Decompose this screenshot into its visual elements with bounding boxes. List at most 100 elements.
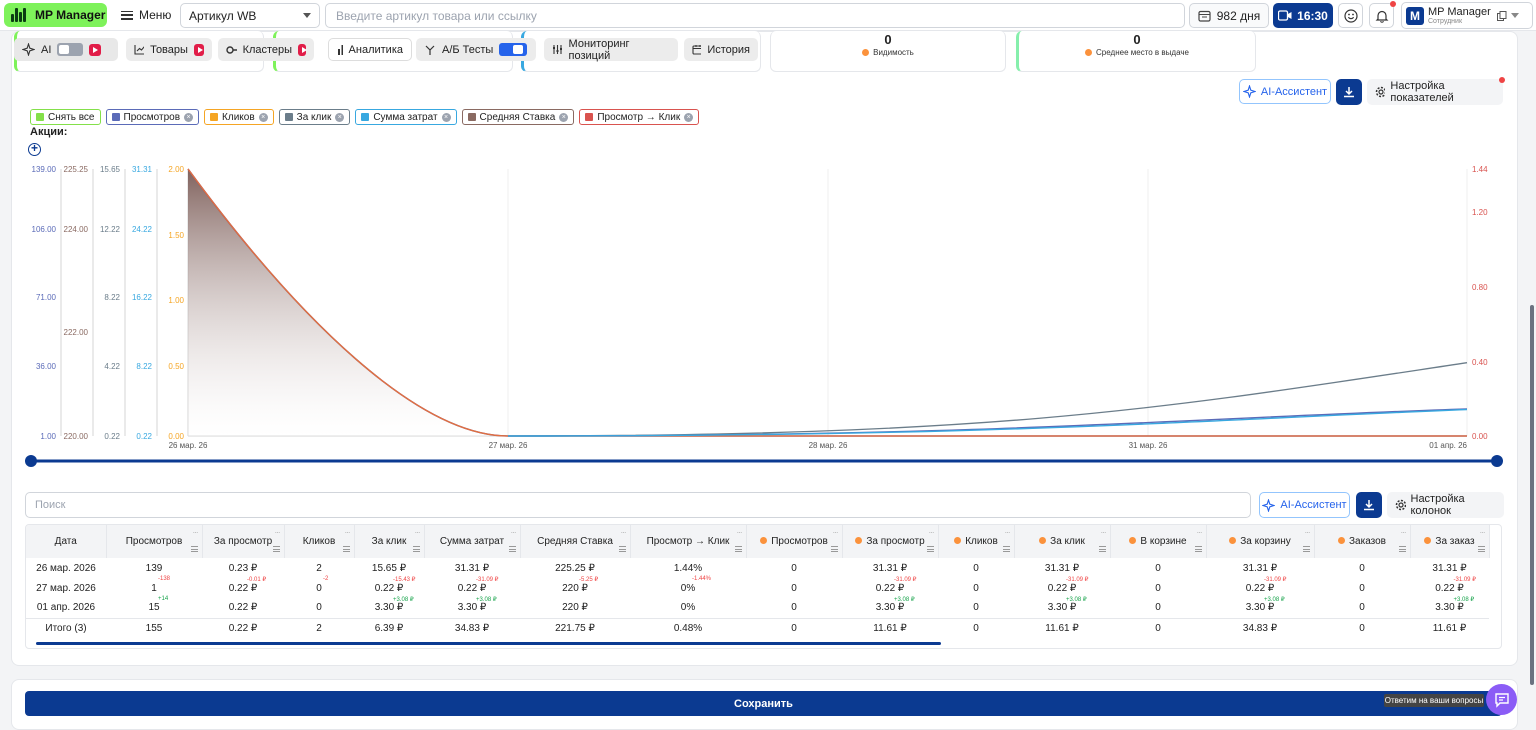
save-button[interactable]: Сохранить bbox=[25, 691, 1502, 716]
column-menu-icon[interactable]: ··· bbox=[1305, 528, 1311, 537]
column-menu-icon[interactable]: ··· bbox=[929, 528, 935, 537]
column-header[interactable]: Заказов ··· bbox=[1314, 525, 1411, 558]
column-menu-icon[interactable]: ··· bbox=[1005, 528, 1011, 537]
tab-ab-tests[interactable]: А/Б Тесты bbox=[416, 38, 536, 61]
column-header[interactable]: За корзину ··· bbox=[1206, 525, 1315, 558]
column-filter-icon[interactable] bbox=[830, 546, 838, 552]
column-menu-icon[interactable]: ··· bbox=[621, 528, 627, 537]
metric-chip[interactable]: За клик × bbox=[278, 109, 351, 125]
table-search-input[interactable]: Поиск bbox=[25, 492, 1251, 518]
video-tutorial-icon[interactable] bbox=[89, 43, 102, 56]
column-header[interactable]: Средняя Ставка ··· bbox=[520, 525, 631, 558]
table-ai-assistant-button[interactable]: AI-Ассистент bbox=[1259, 492, 1350, 518]
column-header[interactable]: За заказ ··· bbox=[1410, 525, 1490, 558]
metric-chip[interactable]: Сумма затрат × bbox=[355, 109, 457, 125]
column-header[interactable]: Дата bbox=[26, 525, 107, 558]
column-menu-icon[interactable]: ··· bbox=[833, 528, 839, 537]
table-cell: 0 bbox=[1314, 578, 1410, 598]
column-filter-icon[interactable] bbox=[1477, 546, 1485, 552]
column-filter-icon[interactable] bbox=[272, 546, 280, 552]
column-header[interactable]: За просмотр ··· bbox=[842, 525, 939, 558]
download-chart-button[interactable] bbox=[1336, 79, 1362, 105]
column-menu-icon[interactable]: ··· bbox=[1401, 528, 1407, 537]
tab-position-monitoring[interactable]: Мониторинг позиций bbox=[544, 38, 678, 62]
metric-chip[interactable]: Кликов × bbox=[204, 109, 274, 125]
cell-delta: -1.44% bbox=[692, 576, 712, 582]
columns-settings-button[interactable]: Настройка колонок bbox=[1387, 492, 1504, 518]
time-button[interactable]: 16:30 bbox=[1273, 3, 1333, 28]
column-header[interactable]: Кликов ··· bbox=[938, 525, 1015, 558]
remove-metric-icon[interactable]: × bbox=[684, 112, 694, 122]
remove-metric-icon[interactable]: × bbox=[559, 112, 569, 122]
column-header[interactable]: Просмотр → Клик ··· bbox=[630, 525, 747, 558]
column-header[interactable]: За просмотр ··· bbox=[202, 525, 285, 558]
menu-button[interactable]: Меню bbox=[115, 3, 175, 27]
ab-tests-toggle[interactable] bbox=[499, 43, 528, 56]
remove-metric-icon[interactable]: × bbox=[184, 112, 194, 122]
column-filter-icon[interactable] bbox=[734, 546, 742, 552]
column-filter-icon[interactable] bbox=[1398, 546, 1406, 552]
column-menu-icon[interactable]: ··· bbox=[1480, 528, 1486, 537]
column-filter-icon[interactable] bbox=[1302, 546, 1310, 552]
emoji-button[interactable] bbox=[1338, 3, 1363, 28]
column-filter-icon[interactable] bbox=[508, 546, 516, 552]
video-tutorial-icon[interactable] bbox=[298, 43, 307, 56]
date-range-handle-start[interactable] bbox=[25, 455, 37, 467]
column-header[interactable]: Кликов ··· bbox=[284, 525, 355, 558]
page-vertical-scrollbar[interactable] bbox=[1530, 305, 1534, 685]
column-menu-icon[interactable]: ··· bbox=[275, 528, 281, 537]
tab-products[interactable]: Товары bbox=[126, 38, 212, 61]
column-header[interactable]: За клик ··· bbox=[1014, 525, 1111, 558]
article-type-select[interactable]: Артикул WB bbox=[180, 3, 320, 28]
app-logo[interactable]: MP Manager bbox=[4, 3, 107, 27]
ai-toggle[interactable] bbox=[57, 43, 84, 56]
remove-metric-icon[interactable]: × bbox=[335, 112, 345, 122]
column-header[interactable]: За клик ··· bbox=[354, 525, 425, 558]
article-search-input[interactable]: Введите артикул товара или ссылку bbox=[325, 3, 1185, 28]
split-icon bbox=[425, 45, 435, 55]
metric-chip[interactable]: Просмотр → Клик × bbox=[579, 109, 700, 125]
chat-support-button[interactable] bbox=[1486, 684, 1517, 715]
remove-metric-icon[interactable]: × bbox=[441, 112, 451, 122]
download-table-button[interactable] bbox=[1356, 492, 1382, 518]
column-header[interactable]: Просмотров ··· bbox=[746, 525, 843, 558]
column-filter-icon[interactable] bbox=[618, 546, 626, 552]
tab-ai[interactable]: AI bbox=[14, 38, 118, 61]
cell-value: 0 bbox=[973, 562, 979, 574]
analytics-table-grid: Дата Просмотров ··· За просмотр ··· Кликов ···… bbox=[26, 525, 1490, 639]
metric-chip[interactable]: Снять все bbox=[30, 109, 101, 125]
column-filter-icon[interactable] bbox=[190, 546, 198, 552]
metric-chip[interactable]: Средняя Ставка × bbox=[461, 109, 575, 125]
video-tutorial-icon[interactable] bbox=[193, 43, 204, 56]
column-filter-icon[interactable] bbox=[926, 546, 934, 552]
remove-metric-icon[interactable]: × bbox=[258, 112, 268, 122]
column-menu-icon[interactable]: ··· bbox=[415, 528, 421, 537]
notifications-button[interactable] bbox=[1369, 3, 1394, 28]
column-menu-icon[interactable]: ··· bbox=[345, 528, 351, 537]
column-header[interactable]: В корзине ··· bbox=[1110, 525, 1207, 558]
date-range-handle-end[interactable] bbox=[1491, 455, 1503, 467]
ai-assistant-button[interactable]: AI-Ассистент bbox=[1239, 79, 1331, 104]
account-switcher[interactable]: M MP Manager Сотрудник bbox=[1401, 2, 1533, 29]
subscription-days-button[interactable]: 982 дня bbox=[1189, 3, 1269, 28]
column-menu-icon[interactable]: ··· bbox=[1101, 528, 1107, 537]
column-menu-icon[interactable]: ··· bbox=[737, 528, 743, 537]
tab-history[interactable]: История bbox=[684, 38, 758, 61]
column-header[interactable]: Сумма затрат ··· bbox=[424, 525, 521, 558]
add-promotion-icon[interactable]: + bbox=[28, 142, 41, 156]
column-header[interactable]: Просмотров ··· bbox=[106, 525, 203, 558]
tab-analytics[interactable]: Аналитика bbox=[328, 38, 412, 61]
table-horizontal-scrollbar[interactable] bbox=[36, 642, 941, 645]
column-filter-icon[interactable] bbox=[1098, 546, 1106, 552]
column-menu-icon[interactable]: ··· bbox=[1197, 528, 1203, 537]
y-tick-label: 31.31 bbox=[132, 165, 153, 174]
column-filter-icon[interactable] bbox=[1194, 546, 1202, 552]
column-menu-icon[interactable]: ··· bbox=[511, 528, 517, 537]
metrics-settings-button[interactable]: Настройка показателей bbox=[1367, 79, 1503, 105]
metric-chip[interactable]: Просмотров × bbox=[105, 109, 200, 125]
column-menu-icon[interactable]: ··· bbox=[193, 528, 199, 537]
column-filter-icon[interactable] bbox=[1002, 546, 1010, 552]
tab-clusters[interactable]: Кластеры bbox=[218, 38, 314, 61]
column-filter-icon[interactable] bbox=[342, 546, 350, 552]
column-filter-icon[interactable] bbox=[412, 546, 420, 552]
